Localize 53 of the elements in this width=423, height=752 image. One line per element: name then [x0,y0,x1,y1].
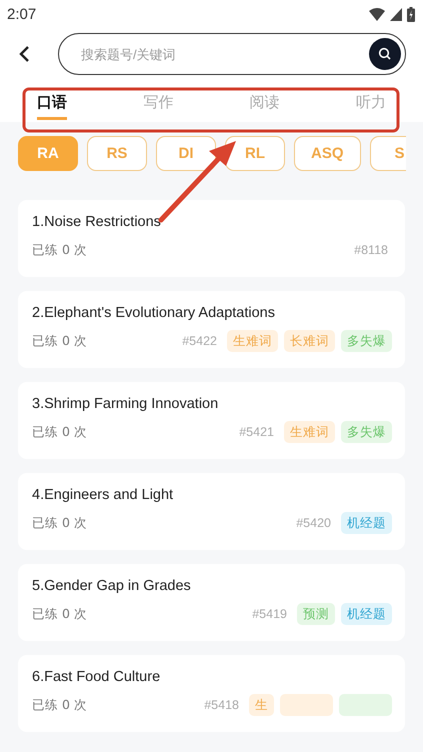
tab[interactable]: 听力 [356,89,386,120]
tag: 生难词 [227,330,278,352]
question-title: 4.Engineers and Light [32,487,174,503]
filter-chip[interactable]: ASQ [294,136,361,171]
question-card[interactable]: 3.Shrimp Farming Innovation 已练 0 次 #5421 生难词 多失爆 [18,382,405,459]
practice-count: 已练 0 次 [32,424,87,440]
question-number: #5421 [239,425,274,439]
status-time: 2:07 [7,6,36,22]
tag: 长难词 [284,330,335,352]
tag: 生难词 [284,421,335,443]
question-card[interactable]: 4.Engineers and Light 已练 0 次 #5420 机经题 [18,473,405,550]
question-number: #8118 [354,243,388,257]
practice-count: 已练 0 次 [32,514,87,532]
tag: 预测 [297,603,335,625]
question-number: #5422 [182,334,217,348]
filter-chip[interactable]: RA [18,136,78,171]
question-number: #5420 [296,516,331,530]
question-title: 2.Elephant's Evolutionary Adaptations [32,305,276,321]
search-button[interactable] [369,38,401,70]
question-number: #5419 [252,607,287,621]
tab[interactable]: 写作 [143,89,174,120]
question-title: 5.Gender Gap in Grades [32,578,192,594]
question-card[interactable]: 6.Fast Food Culture 已练 0 次 #5418 生 [18,655,405,732]
question-number: #5418 [204,698,239,712]
tag: 机经题 [341,603,392,625]
question-title: 6.Fast Food Culture [32,669,162,685]
practice-count: 已练 0 次 [32,696,87,714]
filter-chip[interactable]: DI [156,136,216,171]
filter-chip[interactable]: S [370,136,406,171]
tag [339,694,392,716]
question-card[interactable]: 5.Gender Gap in Grades 已练 0 次 #5419 预测 机经题 [18,564,405,641]
search-icon[interactable] [378,47,392,61]
signal-icon [390,8,402,20]
question-card[interactable]: 2.Elephant's Evolutionary Adaptations 已练 0 次 #5422 生难词 长难词 多失爆 [18,291,405,368]
tag: 多失爆 [341,330,392,352]
wifi-icon [369,8,385,20]
question-title: 3.Shrimp Farming Innovation [32,396,220,412]
question-card[interactable]: 1.Noise Restrictions 已练 0 次 #8118 [18,200,405,277]
battery-icon [407,6,415,22]
search-input[interactable]: 搜索题号/关键词 [79,46,369,62]
tag [280,694,333,716]
filter-chip[interactable]: RL [225,136,285,171]
search-bar[interactable]: 搜索题号/关键词 [58,33,406,75]
back-icon[interactable] [18,45,30,63]
practice-count: 已练 0 次 [32,332,87,350]
tag: 生 [249,694,274,716]
tab[interactable]: 阅读 [250,89,280,120]
tag: 多失爆 [341,421,392,443]
tag: 机经题 [341,512,392,534]
filter-chip[interactable]: RS [87,136,147,171]
question-title: 1.Noise Restrictions [32,214,162,230]
practice-count: 已练 0 次 [32,242,87,258]
practice-count: 已练 0 次 [32,606,87,622]
